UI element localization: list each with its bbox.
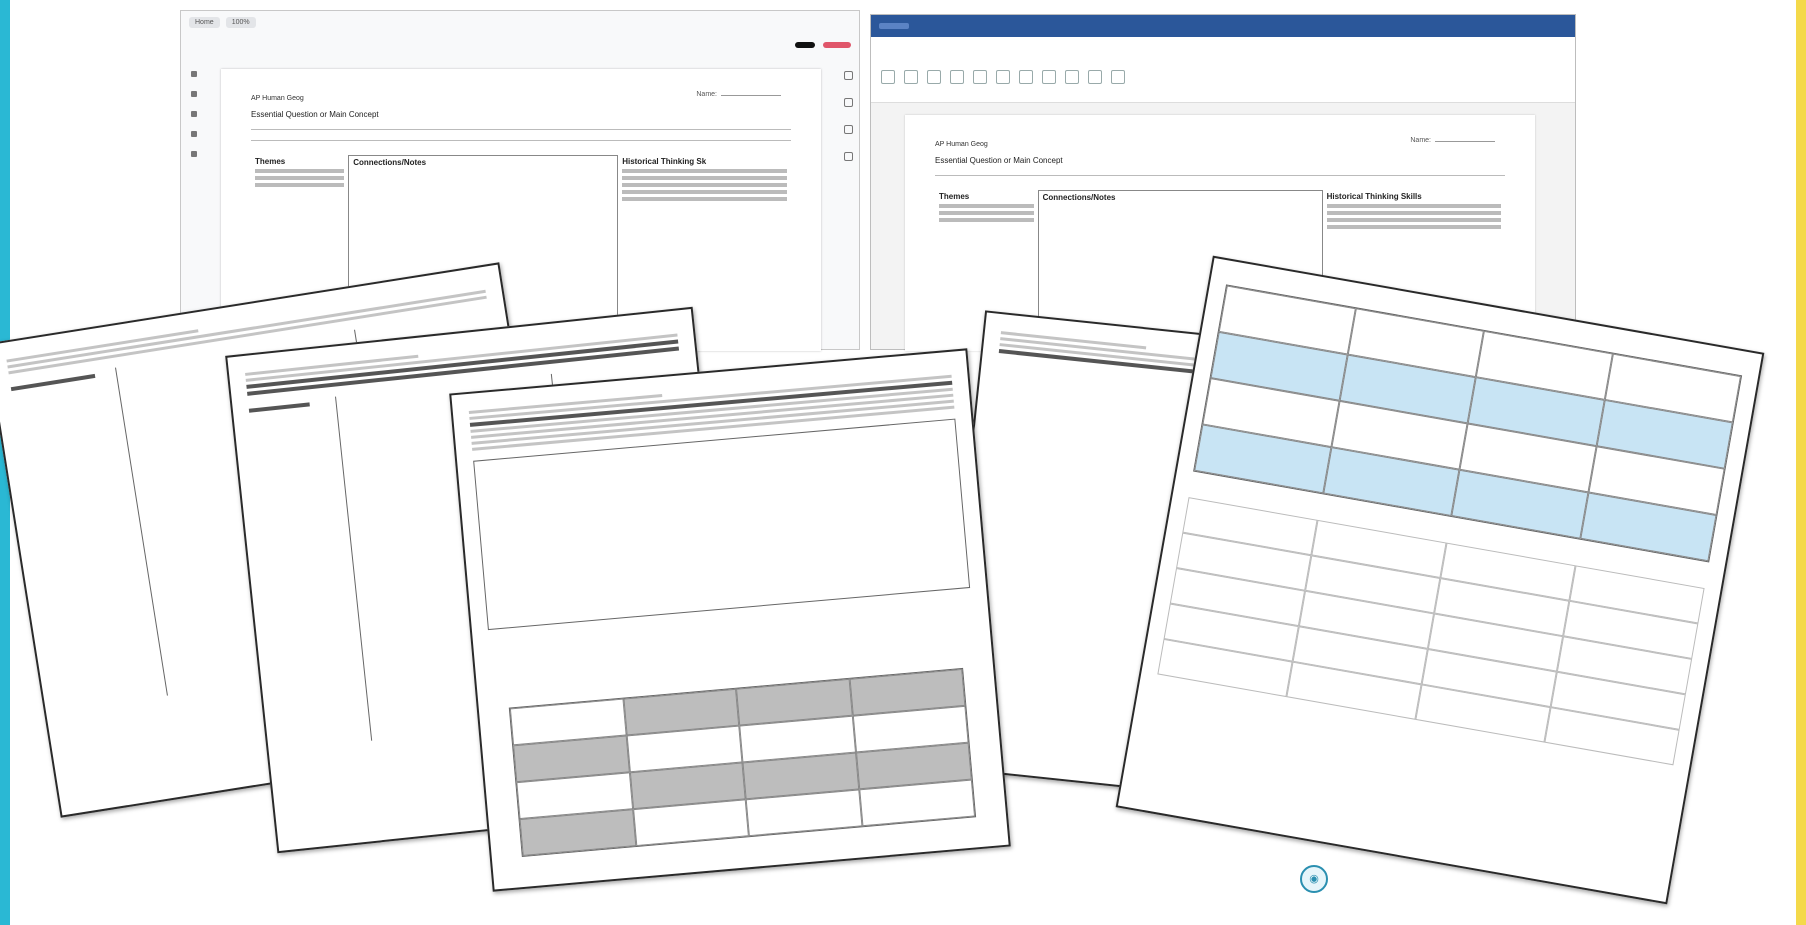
skills-heading: Historical Thinking Skills [1326, 192, 1422, 201]
doc-name-field[interactable]: Name: [696, 91, 781, 98]
gdocs-tab-bar: Home 100% [181, 11, 859, 33]
word-ribbon-tabs [871, 37, 1575, 51]
connections-heading: Connections/Notes [353, 158, 427, 167]
font-icon[interactable] [904, 69, 918, 84]
gdocs-menu-bar [181, 33, 859, 57]
grey-table [508, 667, 977, 858]
notes-box [473, 418, 971, 631]
divider [935, 175, 1505, 176]
gdocs-tab-home[interactable]: Home [189, 16, 220, 28]
word-ribbon [871, 51, 1575, 103]
doc-title: Essential Question or Main Concept [251, 110, 379, 119]
find-icon[interactable] [1065, 69, 1079, 84]
tool-icon[interactable] [191, 111, 197, 117]
italic-icon[interactable] [950, 69, 964, 84]
title-bar-label [879, 23, 909, 29]
skills-column[interactable]: Historical Thinking Sk [618, 155, 791, 325]
gdocs-right-rail [841, 71, 855, 179]
underline-icon[interactable] [973, 69, 987, 84]
gdocs-left-toolbar [187, 71, 201, 171]
dictate-icon[interactable] [1088, 69, 1102, 84]
addon-icon[interactable] [843, 152, 853, 161]
styles-icon[interactable] [1042, 69, 1056, 84]
divider [251, 140, 791, 141]
suggest-icon[interactable] [843, 98, 853, 107]
align-icon[interactable] [996, 69, 1010, 84]
connections-heading: Connections/Notes [1042, 193, 1116, 202]
tool-icon[interactable] [191, 131, 197, 137]
gdocs-action-button[interactable] [823, 42, 851, 48]
gdocs-share-button[interactable] [795, 42, 815, 48]
skills-heading: Historical Thinking Sk [622, 157, 707, 166]
tool-icon[interactable] [191, 91, 197, 97]
divider [251, 129, 791, 130]
comment-icon[interactable] [843, 71, 853, 80]
list-icon[interactable] [1019, 69, 1033, 84]
tool-icon[interactable] [191, 71, 197, 77]
themes-heading: Themes [255, 157, 286, 166]
worksheet-3 [449, 348, 1011, 892]
worksheet-5 [1115, 255, 1765, 905]
logo-badge-icon: ◉ [1300, 865, 1328, 893]
editor-icon[interactable] [1111, 69, 1125, 84]
doc-name-field[interactable]: Name: [1410, 137, 1495, 144]
outline-icon[interactable] [843, 125, 853, 134]
gdocs-zoom[interactable]: 100% [225, 16, 256, 28]
doc-title: Essential Question or Main Concept [935, 156, 1063, 165]
themes-heading: Themes [939, 192, 970, 201]
tool-icon[interactable] [191, 151, 197, 157]
bold-icon[interactable] [927, 69, 941, 84]
paste-icon[interactable] [881, 69, 895, 84]
word-title-bar [871, 15, 1575, 37]
